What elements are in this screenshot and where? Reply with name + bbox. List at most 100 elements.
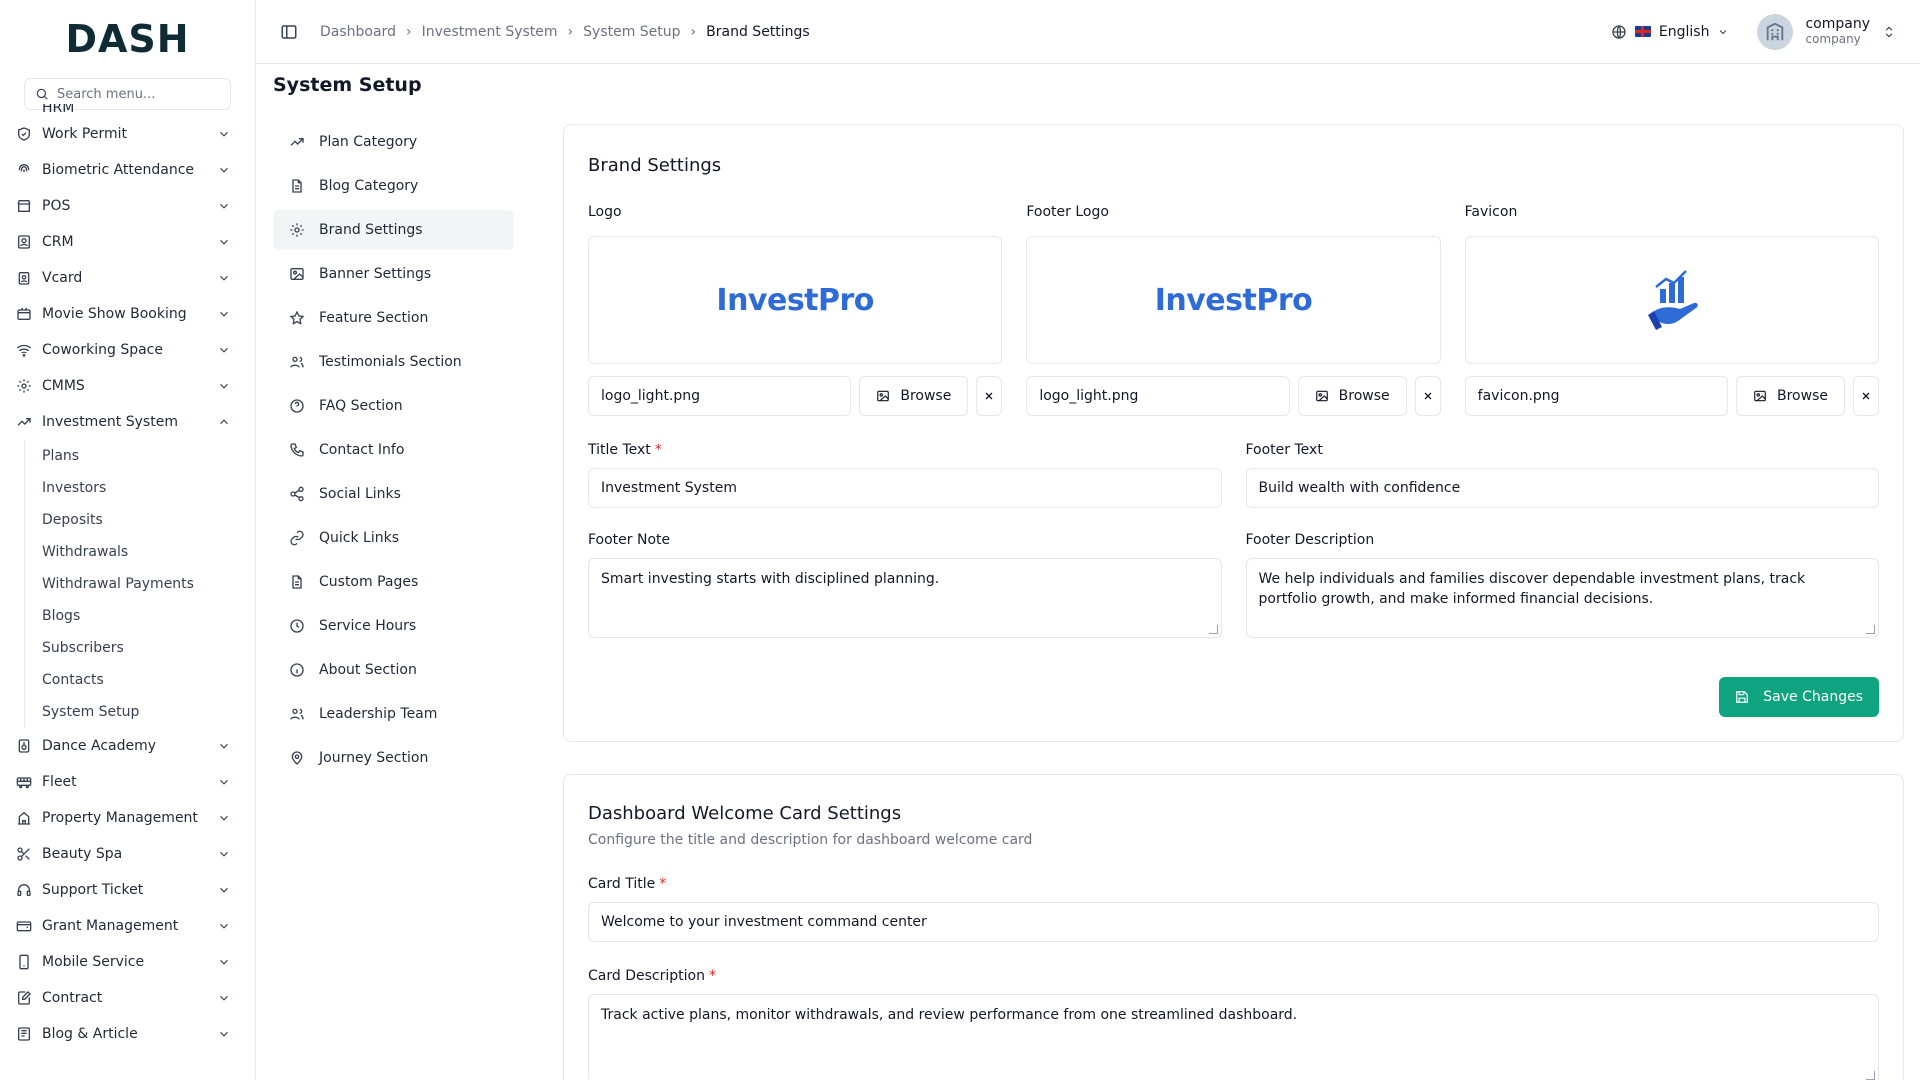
brand-logo[interactable]: DASH xyxy=(0,0,255,78)
setup-nav-contact-info[interactable]: Contact Info xyxy=(273,430,514,470)
logo-file-input[interactable]: logo_light.png xyxy=(588,376,852,416)
store-icon xyxy=(17,200,31,212)
setup-nav-quick-links[interactable]: Quick Links xyxy=(273,518,514,558)
setup-nav-feature-section[interactable]: Feature Section xyxy=(273,298,514,338)
setup-nav-testimonials-section[interactable]: Testimonials Section xyxy=(273,342,514,382)
favicon-clear-button[interactable] xyxy=(1852,376,1879,416)
page-title: System Setup xyxy=(273,74,422,96)
sidebar-menu: HRM Work Permit Biometric Attendance POS… xyxy=(0,104,255,1052)
sidebar-toggle-icon[interactable] xyxy=(280,23,298,41)
sidebar-item-movie-show-booking[interactable]: Movie Show Booking xyxy=(0,296,255,332)
logo-browse-button[interactable]: Browse xyxy=(859,376,969,416)
footer-text-input[interactable]: Build wealth with confidence xyxy=(1245,468,1879,508)
submenu-item-blogs[interactable]: Blogs xyxy=(42,600,255,632)
submenu-item-system-setup[interactable]: System Setup xyxy=(42,696,255,728)
sidebar-item-grant-management[interactable]: Grant Management xyxy=(0,908,255,944)
header-right: English company company xyxy=(1611,13,1896,50)
language-selector[interactable]: English xyxy=(1611,24,1730,40)
sidebar-item-vcard[interactable]: Vcard xyxy=(0,260,255,296)
document-edit-icon xyxy=(18,991,31,1005)
favicon-browse-button[interactable]: Browse xyxy=(1736,376,1845,416)
id-badge-icon xyxy=(18,272,30,285)
chevron-right-icon: › xyxy=(690,23,697,40)
star-icon xyxy=(289,310,305,325)
submenu-item-withdrawal-payments[interactable]: Withdrawal Payments xyxy=(42,568,255,600)
image-icon xyxy=(877,390,890,402)
building-avatar-icon xyxy=(1767,22,1784,40)
setup-nav-journey-section[interactable]: Journey Section xyxy=(273,738,514,778)
chevron-down-icon xyxy=(220,1031,228,1037)
breadcrumb-investment-system[interactable]: Investment System xyxy=(422,24,558,40)
logo-upload-grid: Logo InvestPro logo_light.png Browse Foo… xyxy=(588,204,1879,416)
chevron-down-icon xyxy=(220,275,228,281)
title-text-input[interactable]: Investment System xyxy=(588,468,1222,508)
sidebar-item-crm[interactable]: CRM xyxy=(0,224,255,260)
avatar[interactable] xyxy=(1757,13,1794,50)
card-title-input[interactable]: Welcome to your investment command cente… xyxy=(588,902,1879,942)
sidebar-item-contract[interactable]: Contract xyxy=(0,980,255,1016)
sidebar-item-work-permit[interactable]: Work Permit xyxy=(0,116,255,152)
card-description-textarea[interactable]: Track active plans, monitor withdrawals,… xyxy=(588,994,1879,1080)
chevron-down-icon xyxy=(220,239,228,245)
sidebar-item-support-ticket[interactable]: Support Ticket xyxy=(0,872,255,908)
sidebar-item-blog-article[interactable]: Blog & Article xyxy=(0,1016,255,1052)
setup-nav-blog-category[interactable]: Blog Category xyxy=(273,166,514,206)
clock-icon xyxy=(290,619,304,633)
submenu-item-withdrawals[interactable]: Withdrawals xyxy=(42,536,255,568)
favicon-chart-hand-icon xyxy=(1647,270,1698,330)
sidebar-item-property-management[interactable]: Property Management xyxy=(0,800,255,836)
favicon-preview xyxy=(1464,236,1879,364)
setup-nav-leadership-team[interactable]: Leadership Team xyxy=(273,694,514,734)
favicon-file-input[interactable]: favicon.png xyxy=(1464,376,1728,416)
setup-nav-custom-pages[interactable]: Custom Pages xyxy=(273,562,514,602)
footer-text-label: Footer Text xyxy=(1245,442,1323,458)
breadcrumb-system-setup[interactable]: System Setup xyxy=(583,24,680,40)
sidebar-item-coworking-space[interactable]: Coworking Space xyxy=(0,332,255,368)
card-description-label: Card Description * xyxy=(588,968,716,984)
submenu-item-deposits[interactable]: Deposits xyxy=(42,504,255,536)
footer-logo-clear-button[interactable] xyxy=(1414,376,1441,416)
sidebar-item-hrm[interactable]: HRM xyxy=(0,104,255,116)
map-pin-icon xyxy=(291,751,303,765)
setup-nav-social-links[interactable]: Social Links xyxy=(273,474,514,514)
user-role: company xyxy=(1805,31,1861,46)
footer-logo-preview: InvestPro xyxy=(1026,236,1441,364)
sidebar-item-fleet[interactable]: Fleet xyxy=(0,764,255,800)
breadcrumb-dashboard[interactable]: Dashboard xyxy=(320,24,396,40)
chevron-up-icon xyxy=(220,419,228,425)
save-icon xyxy=(1736,691,1749,703)
chevron-down-icon xyxy=(220,743,228,749)
footer-logo-browse-button[interactable]: Browse xyxy=(1297,376,1407,416)
submenu-item-subscribers[interactable]: Subscribers xyxy=(42,632,255,664)
sidebar-item-biometric-attendance[interactable]: Biometric Attendance xyxy=(0,152,255,188)
submenu-item-contacts[interactable]: Contacts xyxy=(42,664,255,696)
save-changes-button[interactable]: Save Changes xyxy=(1719,677,1879,717)
sidebar-item-mobile-service[interactable]: Mobile Service xyxy=(0,944,255,980)
submenu-item-investors[interactable]: Investors xyxy=(42,472,255,504)
user-menu[interactable]: company company xyxy=(1805,16,1870,46)
logo-clear-button[interactable] xyxy=(976,376,1003,416)
chevron-up-down-icon[interactable] xyxy=(1882,25,1896,39)
sidebar-item-cmms[interactable]: CMMS xyxy=(0,368,255,404)
setup-nav-brand-settings[interactable]: Brand Settings xyxy=(273,210,514,250)
sidebar-item-dance-academy[interactable]: Dance Academy xyxy=(0,728,255,764)
top-header: Dashboard › Investment System › System S… xyxy=(256,0,1920,64)
setup-nav-plan-category[interactable]: Plan Category xyxy=(273,122,514,162)
building-icon xyxy=(18,811,30,825)
footer-description-textarea[interactable]: We help individuals and families discove… xyxy=(1245,558,1879,638)
sidebar-item-beauty-spa[interactable]: Beauty Spa xyxy=(0,836,255,872)
scissors-icon xyxy=(17,847,30,861)
footer-logo-file-input[interactable]: logo_light.png xyxy=(1026,376,1290,416)
uk-flag-icon xyxy=(1634,26,1651,37)
setup-nav-service-hours[interactable]: Service Hours xyxy=(273,606,514,646)
contact-card-icon xyxy=(18,235,30,249)
setup-nav-banner-settings[interactable]: Banner Settings xyxy=(273,254,514,294)
bus-icon xyxy=(16,777,32,789)
footer-note-textarea[interactable]: Smart investing starts with disciplined … xyxy=(588,558,1222,638)
shield-icon xyxy=(18,127,30,141)
setup-nav-faq-section[interactable]: FAQ Section xyxy=(273,386,514,426)
submenu-item-plans[interactable]: Plans xyxy=(42,440,255,472)
sidebar-item-pos[interactable]: POS xyxy=(0,188,255,224)
setup-nav-about-section[interactable]: About Section xyxy=(273,650,514,690)
sidebar-item-investment-system[interactable]: Investment System xyxy=(0,404,255,440)
